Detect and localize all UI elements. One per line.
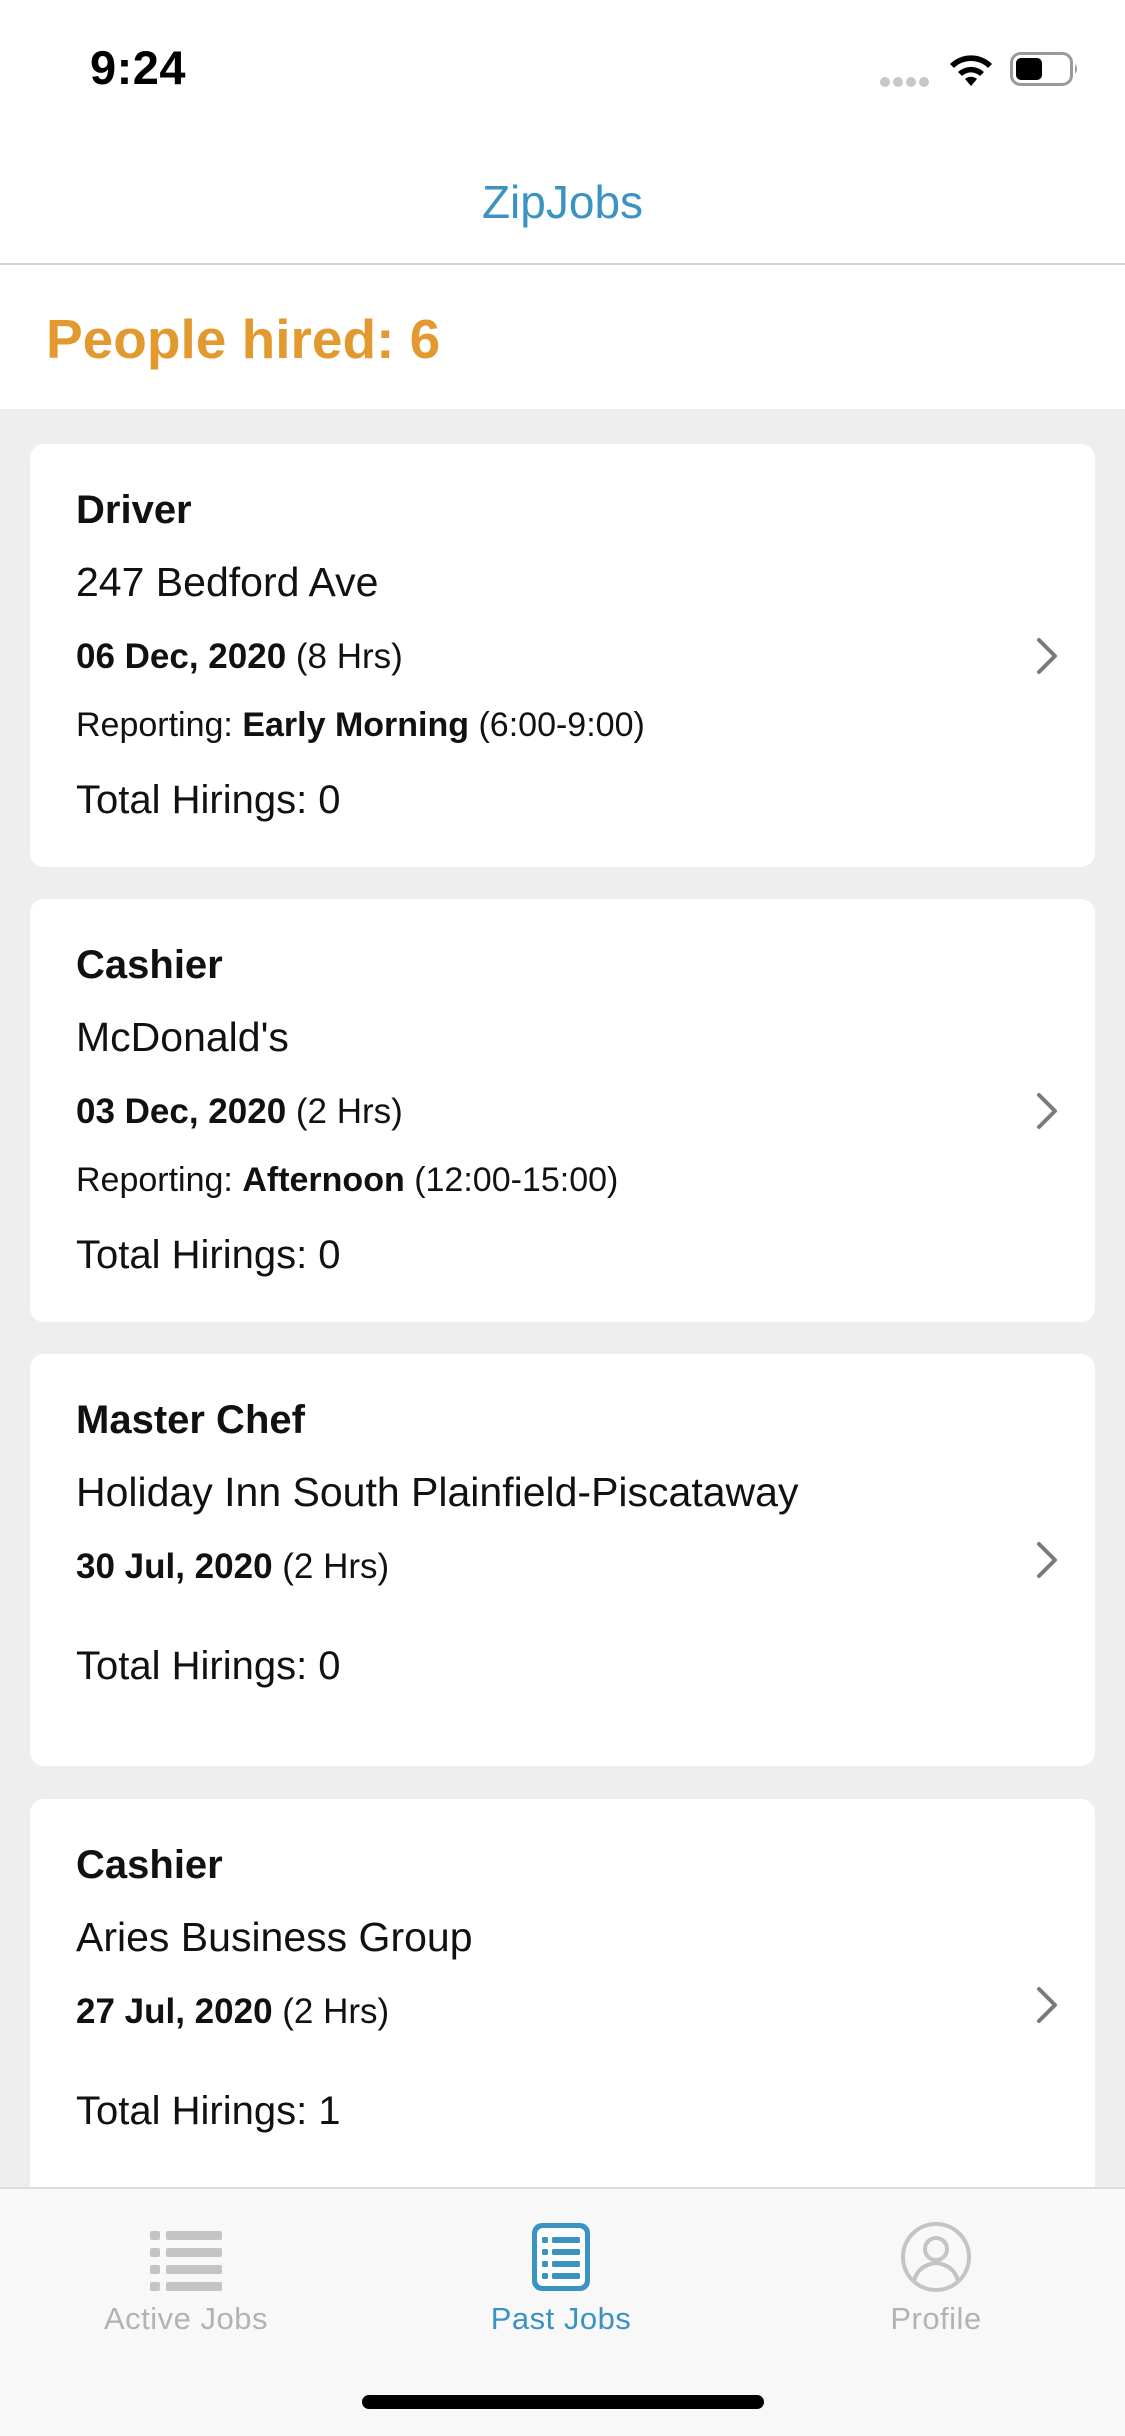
cellular-signal-icon [880,74,934,87]
past-jobs-list[interactable]: Driver 247 Bedford Ave 06 Dec, 2020 (8 H… [0,409,1125,2187]
job-title: Driver [76,488,192,532]
job-duration: (2 Hrs) [282,1547,390,1586]
chevron-right-icon [1037,1542,1057,1578]
job-duration: (8 Hrs) [295,637,403,676]
job-duration: (2 Hrs) [282,1992,390,2031]
reporting-slot: Early Morning [242,706,470,744]
job-location: Holiday Inn South Plainfield-Piscataway [76,1469,799,1515]
people-hired-banner: People hired: 6 [0,267,1125,409]
job-duration: (2 Hrs) [295,1092,403,1131]
chevron-right-icon [1037,638,1057,674]
job-card[interactable]: Cashier Aries Business Group 27 Jul, 202… [30,1799,1095,2187]
job-location: McDonald's [76,1014,289,1060]
reporting-label: Reporting: [76,1161,233,1199]
tab-profile[interactable]: Profile [806,2221,1066,2337]
job-card[interactable]: Master Chef Holiday Inn South Plainfield… [30,1354,1095,1766]
people-hired-count: People hired: 6 [46,308,441,370]
job-title: Cashier [76,943,223,987]
tab-label: Profile [890,2301,982,2336]
tab-label: Past Jobs [490,2301,632,2336]
reporting-hours: (6:00-9:00) [478,706,645,744]
job-reporting: Reporting: Afternoon (12:00-15:00) [76,1161,618,1200]
list-box-icon [532,2223,590,2291]
chevron-right-icon [1037,1987,1057,2023]
nav-header: ZipJobs [0,135,1125,265]
job-total-hirings: Total Hirings: 1 [76,2089,341,2133]
job-date: 30 Jul, 2020 (2 Hrs) [76,1547,389,1587]
profile-icon [901,2222,971,2292]
job-date-value: 27 Jul, 2020 [76,1992,273,2031]
tab-label: Active Jobs [103,2301,268,2336]
app-title: ZipJobs [481,176,644,228]
job-location: Aries Business Group [76,1914,473,1960]
job-date-value: 06 Dec, 2020 [76,637,287,676]
wifi-icon [950,55,992,86]
home-indicator[interactable] [362,2395,764,2409]
job-date-value: 30 Jul, 2020 [76,1547,273,1586]
job-title: Cashier [76,1843,223,1887]
job-reporting: Reporting: Early Morning (6:00-9:00) [76,706,645,745]
job-title: Master Chef [76,1398,305,1442]
job-total-hirings: Total Hirings: 0 [76,1644,341,1688]
job-total-hirings: Total Hirings: 0 [76,1233,341,1277]
reporting-hours: (12:00-15:00) [414,1161,619,1199]
reporting-label: Reporting: [76,706,233,744]
list-icon [150,2231,222,2291]
job-date: 27 Jul, 2020 (2 Hrs) [76,1992,389,2032]
job-date-value: 03 Dec, 2020 [76,1092,287,1131]
job-card[interactable]: Driver 247 Bedford Ave 06 Dec, 2020 (8 H… [30,444,1095,867]
status-time: 9:24 [90,41,187,94]
job-total-hirings: Total Hirings: 0 [76,778,341,822]
job-date: 06 Dec, 2020 (8 Hrs) [76,637,403,677]
chevron-right-icon [1037,1093,1057,1129]
battery-icon [1010,52,1077,86]
job-location: 247 Bedford Ave [76,559,379,605]
job-card[interactable]: Cashier McDonald's 03 Dec, 2020 (2 Hrs) … [30,899,1095,1322]
tab-active-jobs[interactable]: Active Jobs [56,2221,316,2337]
job-date: 03 Dec, 2020 (2 Hrs) [76,1092,403,1132]
status-bar: 9:24 [0,0,1125,135]
reporting-slot: Afternoon [242,1161,405,1199]
tab-past-jobs[interactable]: Past Jobs [431,2221,691,2337]
